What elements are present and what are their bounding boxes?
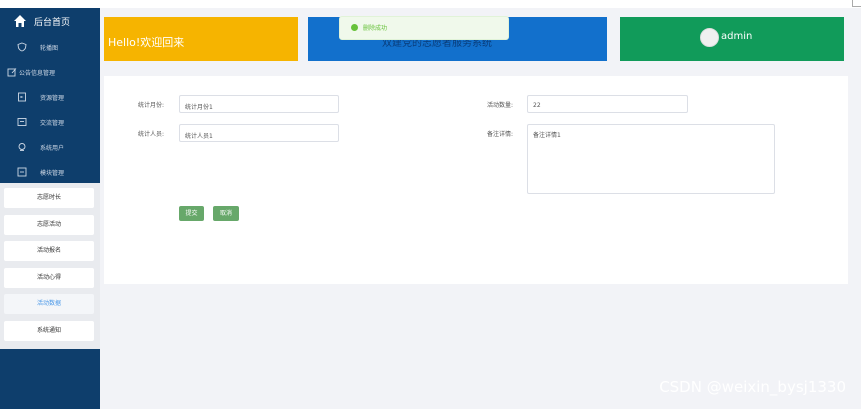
submenu-item-activity-notes[interactable]: 活动心得 (4, 268, 94, 288)
submit-button[interactable]: 提交 (179, 206, 204, 221)
submenu-item-volunteer-hours[interactable]: 志愿时长 (4, 188, 94, 208)
submenu-item-activity-data[interactable]: 活动数据 (4, 294, 94, 314)
note-textarea[interactable]: 备注详情1 (527, 124, 775, 194)
edit-icon (7, 68, 17, 77)
sidebar-item-modules[interactable]: 模块管理 (0, 160, 100, 184)
app-window: 后台首页 轮播图 公告信息管理 资源管理 交流管理 系统用户 模块管理 志愿时长 (0, 0, 861, 409)
grid-icon (17, 167, 27, 177)
person-input[interactable]: 统计人员1 (179, 124, 339, 142)
main-content: Hello!欢迎回来 双建党的志愿者服务系统 admin 删除成功 统计月份: … (100, 8, 861, 409)
month-label: 统计月份: (138, 102, 165, 109)
sidebar-home-label: 后台首页 (34, 18, 71, 28)
sidebar-item-label: 系统用户 (40, 145, 65, 152)
note-label: 备注详情: (487, 131, 514, 138)
submenu-list: 志愿时长 志愿活动 活动报名 活动心得 活动数据 系统通知 (0, 183, 100, 349)
watermark: CSDN @weixin_bysj1330 (659, 378, 846, 396)
sidebar-home[interactable]: 后台首页 (0, 8, 100, 34)
box-icon (17, 118, 27, 126)
sidebar-item-exchange[interactable]: 交流管理 (0, 110, 100, 134)
success-check-icon (351, 24, 358, 31)
doc-icon (18, 92, 26, 102)
sidebar-item-label: 交流管理 (40, 120, 65, 127)
welcome-text: Hello!欢迎回来 (108, 36, 185, 49)
submenu-item-volunteer-activities[interactable]: 志愿活动 (4, 215, 94, 235)
toast-message: 删除成功 (363, 25, 388, 32)
welcome-card: Hello!欢迎回来 (104, 17, 298, 61)
user-name: admin (721, 31, 753, 42)
person-label: 统计人员: (138, 131, 165, 138)
home-icon (14, 15, 26, 27)
avatar (700, 28, 719, 47)
submenu-item-system-notice[interactable]: 系统通知 (4, 321, 94, 341)
sidebar: 后台首页 轮播图 公告信息管理 资源管理 交流管理 系统用户 模块管理 志愿时长 (0, 8, 100, 409)
cancel-button[interactable]: 取消 (213, 206, 239, 221)
form-panel: 统计月份: 统计月份1 活动数量: 22 统计人员: 统计人员1 备注详情: 备… (104, 76, 848, 284)
month-input[interactable]: 统计月份1 (179, 95, 339, 113)
sidebar-item-label: 轮播图 (40, 45, 59, 52)
sidebar-item-label: 资源管理 (40, 95, 65, 102)
user-icon (18, 143, 26, 151)
count-input[interactable]: 22 (527, 95, 688, 113)
sidebar-item-resources[interactable]: 资源管理 (0, 85, 100, 109)
count-label: 活动数量: (487, 102, 514, 109)
sidebar-item-label: 公告信息管理 (19, 70, 56, 77)
sidebar-item-notice[interactable]: 公告信息管理 (0, 60, 100, 84)
sidebar-item-carousel[interactable]: 轮播图 (0, 35, 100, 59)
sidebar-item-users[interactable]: 系统用户 (0, 135, 100, 159)
sidebar-item-label: 模块管理 (40, 170, 65, 177)
shield-icon (17, 42, 27, 52)
window-corner (852, 0, 861, 7)
user-card[interactable]: admin (620, 17, 844, 61)
top-strip (0, 0, 861, 8)
success-toast: 删除成功 (339, 16, 509, 40)
submenu-item-activity-signup[interactable]: 活动报名 (4, 241, 94, 261)
